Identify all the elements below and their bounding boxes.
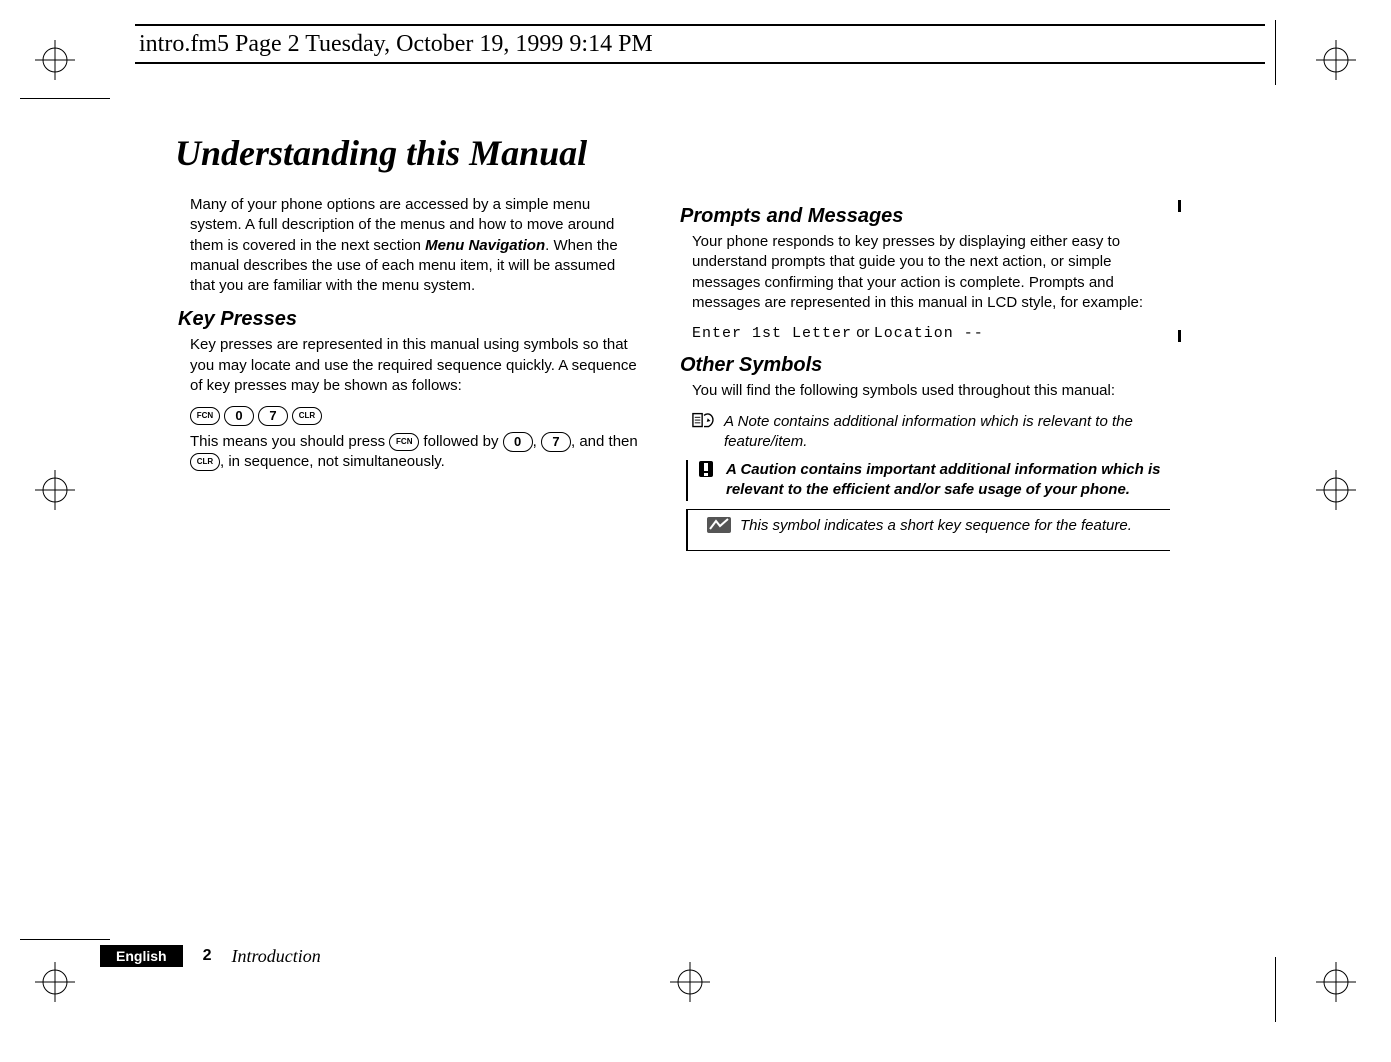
zero-key-icon: 0 <box>503 432 533 452</box>
prompts-heading: Prompts and Messages <box>680 203 1170 230</box>
lcd-example-line: Enter 1st Letter or Location -- <box>692 323 1170 344</box>
intro-emphasis: Menu Navigation <box>425 237 545 254</box>
other-symbols-paragraph: You will find the following symbols used… <box>692 381 1170 401</box>
kp2-e: , in sequence, not simultaneously. <box>220 453 445 470</box>
seven-key-icon: 7 <box>258 406 288 426</box>
shortcut-icon <box>706 516 732 536</box>
page-footer: English 2 Introduction <box>100 945 321 967</box>
or-label: or <box>852 324 874 341</box>
crop-mark-icon <box>670 962 710 1002</box>
clr-key-icon: CLR <box>190 453 220 471</box>
key-presses-heading: Key Presses <box>178 306 638 333</box>
note-row: A Note contains additional information w… <box>692 412 1170 453</box>
change-bar <box>1178 200 1181 212</box>
fcn-key-icon: FCN <box>190 407 220 425</box>
intro-paragraph: Many of your phone options are accessed … <box>190 195 638 296</box>
caution-row: A Caution contains important additional … <box>686 460 1170 501</box>
crop-mark-icon <box>35 962 75 1002</box>
trim-line <box>1275 957 1276 1022</box>
fcn-key-icon: FCN <box>389 433 419 451</box>
seven-key-icon: 7 <box>541 432 571 452</box>
kp2-b: followed by <box>419 433 502 450</box>
key-sequence-row: FCN 0 7 CLR <box>190 406 638 426</box>
trim-line <box>20 98 110 99</box>
crop-mark-icon <box>1316 40 1356 80</box>
left-column: Many of your phone options are accessed … <box>178 195 638 483</box>
right-column: Prompts and Messages Your phone responds… <box>680 195 1170 551</box>
key-presses-para-1: Key presses are represented in this manu… <box>190 335 638 396</box>
lcd-text-1: Enter 1st Letter <box>692 325 852 342</box>
page-number: 2 <box>203 947 212 965</box>
prompts-paragraph: Your phone responds to key presses by di… <box>692 232 1170 313</box>
header-text: intro.fm5 Page 2 Tuesday, October 19, 19… <box>139 31 653 58</box>
crop-mark-icon <box>1316 470 1356 510</box>
zero-key-icon: 0 <box>224 406 254 426</box>
kp2-d: , and then <box>571 433 638 450</box>
shortcut-text: This symbol indicates a short key sequen… <box>740 516 1132 536</box>
page-title: Understanding this Manual <box>175 132 587 174</box>
lcd-text-2: Location -- <box>874 325 984 342</box>
trim-line <box>20 939 110 940</box>
crop-mark-icon <box>35 40 75 80</box>
clr-key-icon: CLR <box>292 407 322 425</box>
header-bar: intro.fm5 Page 2 Tuesday, October 19, 19… <box>135 24 1265 64</box>
section-name: Introduction <box>231 946 320 967</box>
note-text: A Note contains additional information w… <box>724 412 1170 453</box>
change-bar <box>1178 330 1181 342</box>
crop-mark-icon <box>35 470 75 510</box>
kp2-a: This means you should press <box>190 433 389 450</box>
note-icon <box>692 412 716 453</box>
caution-text: A Caution contains important additional … <box>726 460 1170 501</box>
kp2-c: , <box>533 433 541 450</box>
language-badge: English <box>100 945 183 967</box>
shortcut-row: This symbol indicates a short key sequen… <box>706 516 1170 536</box>
caution-icon <box>694 460 718 501</box>
shortcut-block: This symbol indicates a short key sequen… <box>686 509 1170 551</box>
key-presses-para-2: This means you should press FCN followed… <box>190 432 638 473</box>
other-symbols-heading: Other Symbols <box>680 352 1170 379</box>
crop-mark-icon <box>1316 962 1356 1002</box>
trim-line <box>1275 20 1276 85</box>
